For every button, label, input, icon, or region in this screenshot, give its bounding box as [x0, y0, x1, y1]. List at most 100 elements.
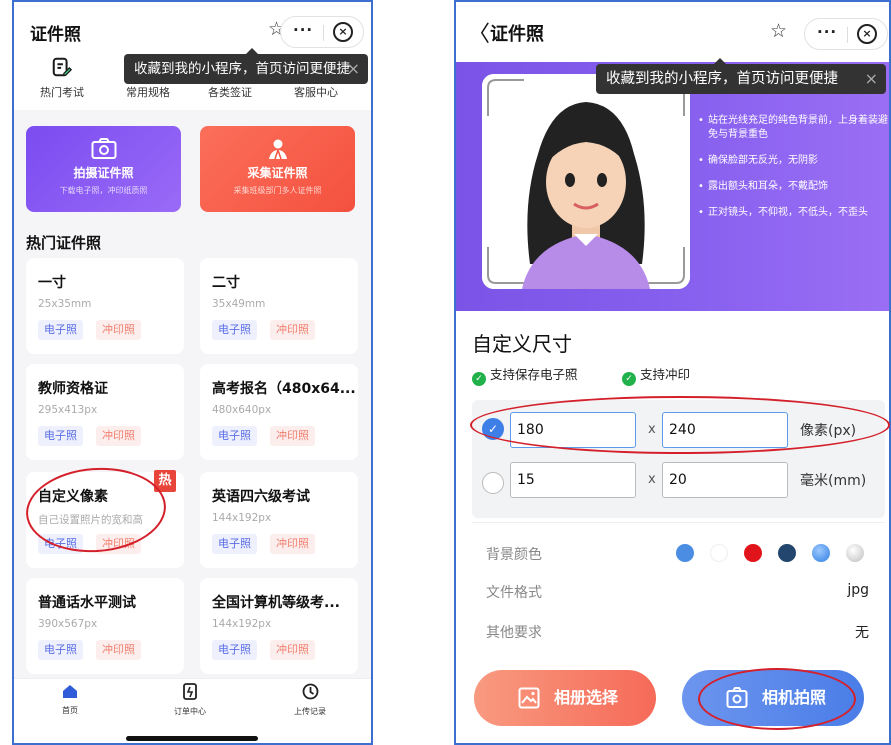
tag-print: 冲印照 [96, 320, 141, 340]
camera-icon [726, 687, 748, 708]
bg-color-navy[interactable] [778, 544, 796, 562]
bg-color-white[interactable] [710, 544, 728, 562]
check-circle-icon: ✓ [472, 372, 486, 386]
camera-icon [91, 138, 116, 159]
photo-card-teacher[interactable]: 教师资格证 295x413px 电子照 冲印照 [26, 364, 184, 460]
back-icon[interactable]: 〈 [468, 16, 490, 48]
button-label: 相册选择 [554, 688, 619, 707]
mm-unit-label: 毫米(mm) [800, 473, 867, 489]
tooltip-close-icon[interactable]: × [347, 54, 360, 84]
camera-shoot-button[interactable]: 相机拍照 [682, 670, 864, 726]
exam-doc-icon [52, 57, 73, 77]
photo-size: 144x192px [212, 618, 272, 630]
bg-color-red[interactable] [744, 544, 762, 562]
photo-card-1inch[interactable]: 一寸 25x35mm 电子照 冲印照 [26, 258, 184, 354]
capsule-menu: ··· × [804, 18, 888, 50]
tag-electronic: 电子照 [38, 320, 83, 340]
check-circle-icon: ✓ [622, 372, 636, 386]
favorite-tooltip: 收藏到我的小程序，首页访问更便捷 × [124, 54, 368, 84]
card-title: 拍摄证件照 [73, 166, 134, 180]
photo-size: 自己设置照片的宽和高 [38, 514, 143, 526]
take-photo-card[interactable]: 拍摄证件照 下载电子照，冲印纸质照 [26, 126, 181, 212]
tip-item: 站在光线充足的纯色背景前，上身着装避免与背景重色 [698, 114, 889, 142]
size-input-panel: ✓ 180 x 240 像素(px) 15 x 20 毫米(mm) [472, 400, 885, 518]
favorite-star-icon[interactable]: ☆ [770, 20, 787, 42]
photo-card-2inch[interactable]: 二寸 35x49mm 电子照 冲印照 [200, 258, 358, 354]
photo-card-gaokao[interactable]: 高考报名（480x64... 480x640px 电子照 冲印照 [200, 364, 358, 460]
section-divider [472, 522, 885, 523]
support-label: 支持冲印 [640, 367, 691, 382]
photo-card-custom-pixel[interactable]: 自定义像素 自己设置照片的宽和高 电子照 冲印照 热 [26, 470, 184, 568]
quick-item-label: 热门考试 [40, 86, 84, 99]
tooltip-close-icon[interactable]: × [865, 64, 878, 94]
tag-electronic: 电子照 [212, 426, 257, 446]
hot-badge: 热 [154, 470, 176, 492]
tab-orders[interactable]: 订单中心 [150, 683, 230, 717]
pixel-width-input[interactable]: 180 [510, 412, 636, 448]
card-title: 采集证件照 [247, 166, 308, 180]
tab-label: 首页 [62, 706, 78, 715]
custom-size-screen: 〈 证件照 ☆ ··· × 收藏到我的小程序，首页访问更便捷 × • 站在光线充… [454, 0, 891, 745]
photo-card-ncre[interactable]: 全国计算机等级考... 144x192px 电子照 冲印照 [200, 578, 358, 674]
history-icon [302, 683, 318, 700]
photo-name: 高考报名（480x64... [212, 381, 356, 397]
tab-history[interactable]: 上传记录 [270, 683, 350, 717]
tag-electronic: 电子照 [38, 640, 83, 660]
close-miniprogram-icon[interactable]: × [333, 22, 353, 42]
quick-item-label: 客服中心 [294, 86, 338, 99]
more-icon[interactable]: ··· [293, 21, 313, 39]
mm-width-input[interactable]: 15 [510, 462, 636, 498]
order-icon [183, 683, 197, 700]
pixel-unit-label: 像素(px) [800, 423, 857, 439]
setting-value-format: jpg [847, 582, 869, 598]
favorite-tooltip: 收藏到我的小程序，首页访问更便捷 × [596, 64, 886, 94]
radio-mm[interactable] [482, 472, 504, 494]
photo-card-cet[interactable]: 英语四六级考试 144x192px 电子照 冲印照 [200, 472, 358, 568]
home-icon [63, 685, 77, 698]
tip-item: 正对镜头，不仰视，不低头，不歪头 [698, 206, 889, 220]
tag-print: 冲印照 [96, 534, 141, 554]
setting-label-bg-color: 背景颜色 [486, 547, 542, 563]
setting-value-other: 无 [855, 625, 869, 641]
image-icon [518, 687, 540, 709]
tip-item: 确保脸部无反光，无阴影 [698, 154, 889, 168]
photo-size: 144x192px [212, 512, 272, 524]
quick-item-exam[interactable]: 热门考试 [22, 52, 102, 100]
setting-label-other: 其他要求 [486, 625, 542, 641]
mm-height-input[interactable]: 20 [662, 462, 788, 498]
photo-tips: 站在光线充足的纯色背景前，上身着装避免与背景重色 确保脸部无反光，无阴影 露出额… [698, 114, 889, 232]
pixel-height-input[interactable]: 240 [662, 412, 788, 448]
tooltip-text: 收藏到我的小程序，首页访问更便捷 [134, 61, 350, 77]
times-sign: x [648, 422, 656, 437]
capsule-divider [847, 27, 848, 43]
bg-color-gradient-blue[interactable] [812, 544, 830, 562]
tag-print: 冲印照 [96, 426, 141, 446]
radio-pixel[interactable]: ✓ [482, 418, 504, 440]
quick-item-label: 各类签证 [208, 86, 252, 99]
photo-name: 英语四六级考试 [212, 489, 310, 505]
album-select-button[interactable]: 相册选择 [474, 670, 656, 726]
group-icon [268, 139, 287, 160]
tip-item: 露出额头和耳朵，不戴配饰 [698, 180, 889, 194]
card-subtitle: 下载电子照，冲印纸质照 [59, 186, 148, 195]
photo-size: 295x413px [38, 404, 98, 416]
close-miniprogram-icon[interactable]: × [857, 24, 877, 44]
tab-home[interactable]: 首页 [30, 683, 110, 716]
collect-photo-card[interactable]: 采集证件照 采集班级部门多人证件照 [200, 126, 355, 212]
support-electronic: ✓ 支持保存电子照 [472, 364, 578, 386]
tag-print: 冲印照 [270, 534, 315, 554]
setting-label-format: 文件格式 [486, 585, 542, 601]
tab-label: 上传记录 [294, 707, 326, 716]
button-label: 相机拍照 [762, 688, 827, 707]
support-label: 支持保存电子照 [490, 367, 578, 382]
card-subtitle: 采集班级部门多人证件照 [233, 186, 322, 195]
tag-print: 冲印照 [96, 640, 141, 660]
photo-size: 35x49mm [212, 298, 266, 310]
tooltip-text: 收藏到我的小程序，首页访问更便捷 [606, 71, 838, 87]
photo-card-mandarin[interactable]: 普通话水平测试 390x567px 电子照 冲印照 [26, 578, 184, 674]
support-print: ✓ 支持冲印 [622, 364, 690, 386]
more-icon[interactable]: ··· [817, 23, 837, 41]
bg-color-gradient-gray[interactable] [846, 544, 864, 562]
bg-color-blue[interactable] [676, 544, 694, 562]
tab-bar: 首页 订单中心 上传记录 [14, 678, 371, 743]
